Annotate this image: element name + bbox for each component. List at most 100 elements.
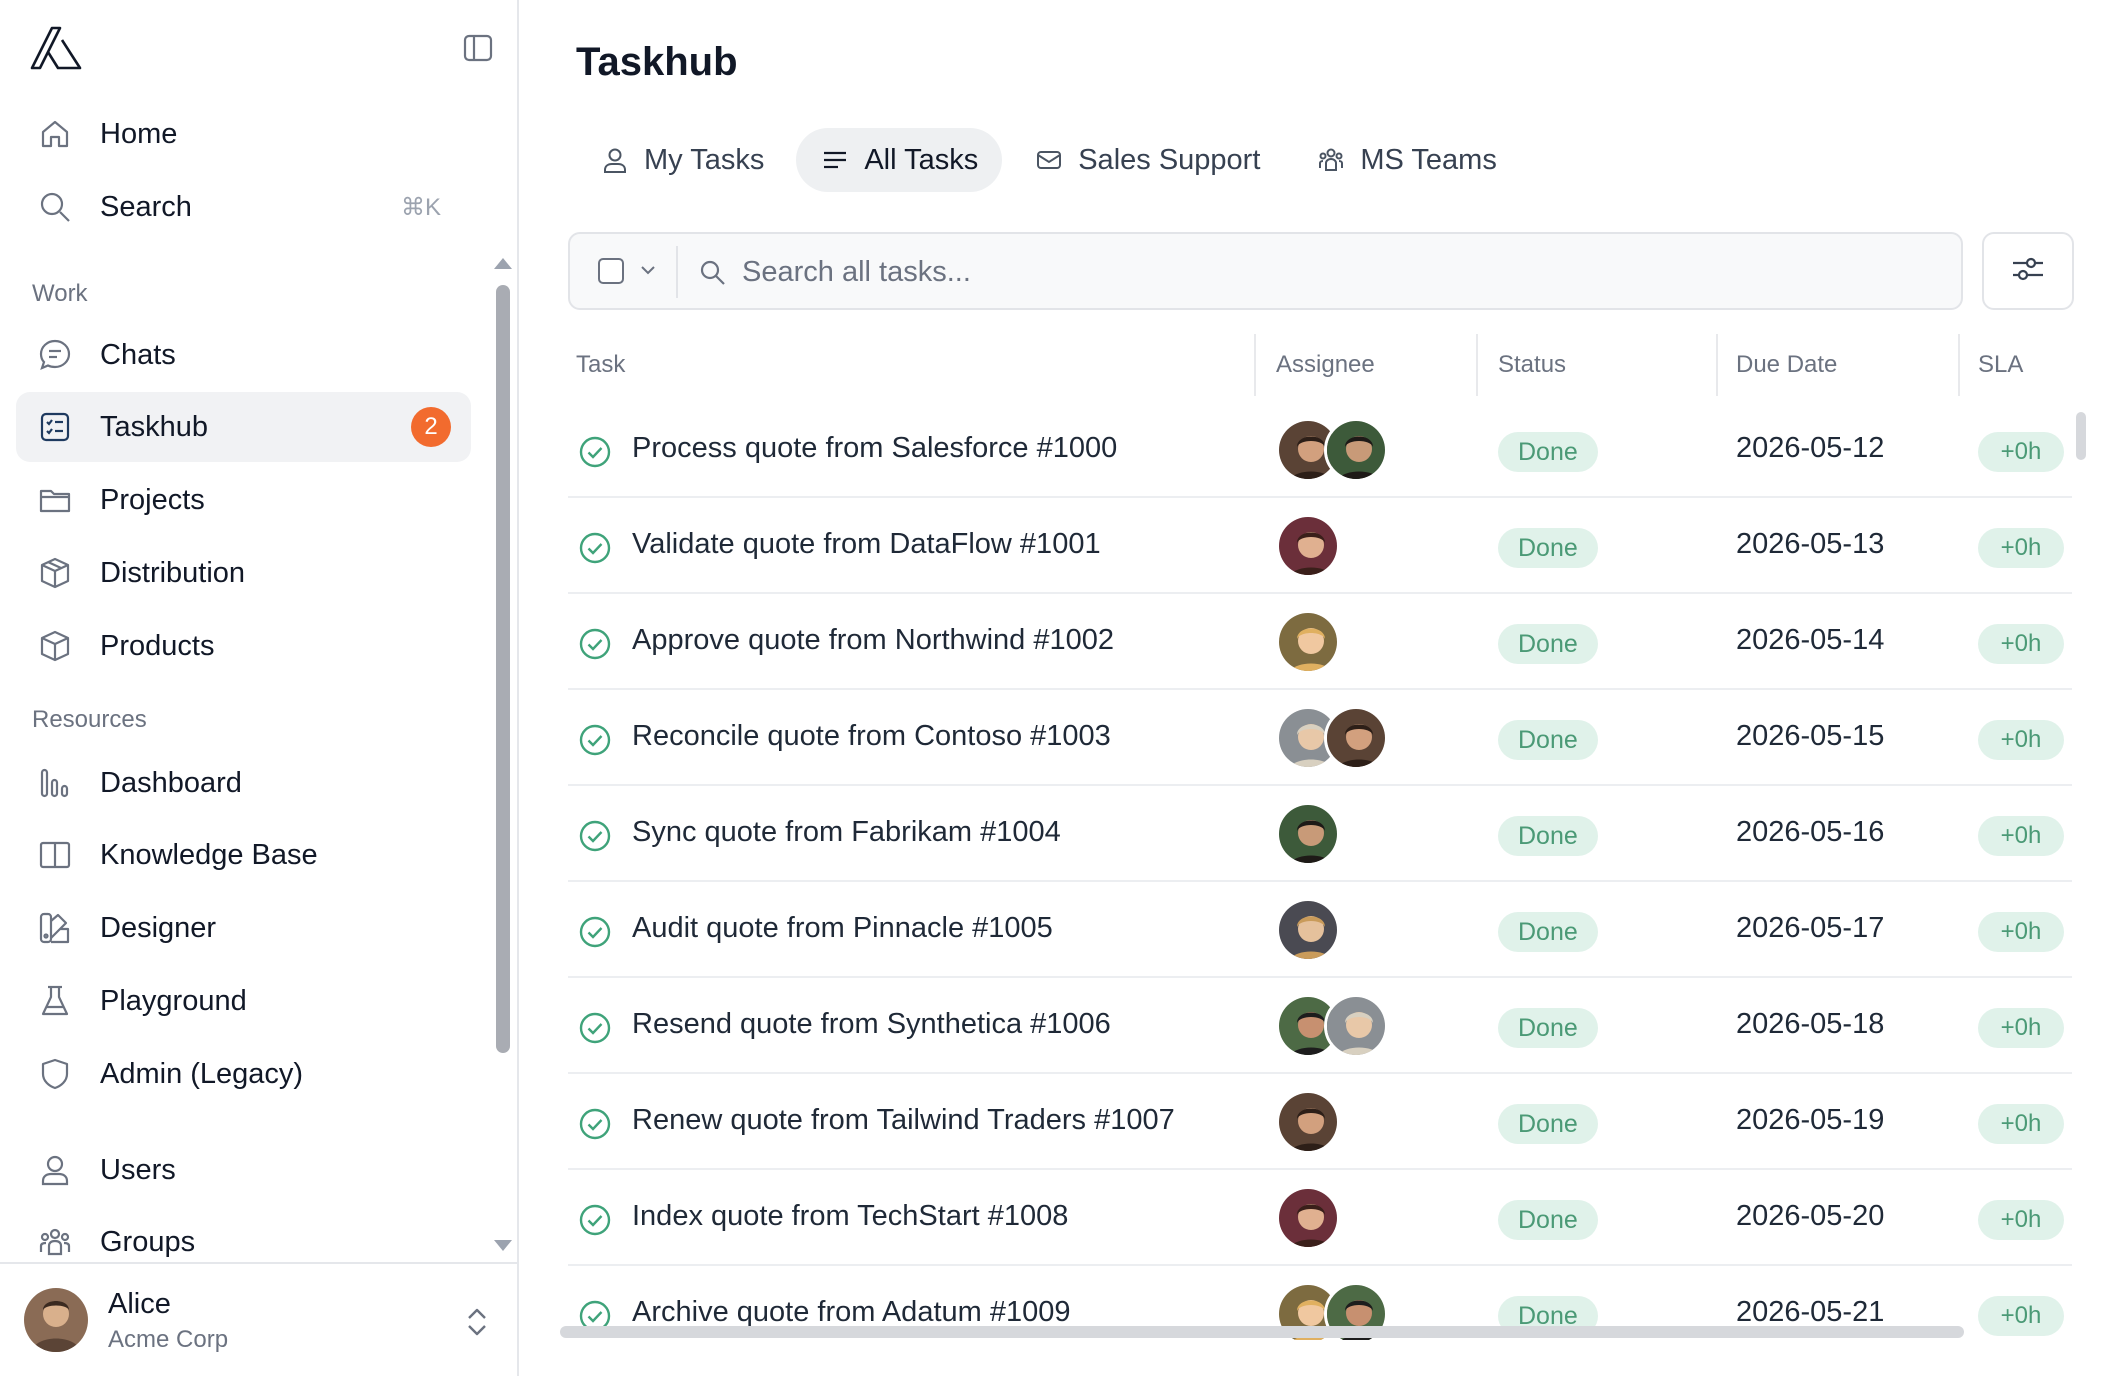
sidebar-item-designer[interactable]: Designer [16, 893, 471, 963]
sidebar-item-label: Users [100, 1153, 176, 1186]
check-circle-icon[interactable] [578, 531, 612, 565]
assignee-list[interactable] [1276, 1090, 1340, 1154]
tab-my-tasks[interactable]: My Tasks [576, 128, 788, 192]
tab-ms-teams[interactable]: MS Teams [1292, 128, 1520, 192]
sidebar-item-chats[interactable]: Chats [16, 320, 471, 390]
check-circle-icon[interactable] [578, 1011, 612, 1045]
sidebar-item-label: Distribution [100, 556, 246, 589]
column-header-due-date[interactable]: Due Date [1736, 330, 1837, 400]
home-icon [36, 115, 74, 153]
table-row[interactable]: Index quote from TechStart #1008 Done 20… [568, 1170, 2072, 1266]
sidebar-scroll-down-arrow[interactable] [494, 1240, 512, 1251]
task-title[interactable]: Index quote from TechStart #1008 [632, 1200, 1068, 1233]
column-divider[interactable] [1716, 334, 1718, 396]
table-row[interactable]: Resend quote from Synthetica #1006 Done … [568, 978, 2072, 1074]
sidebar-item-label: Designer [100, 911, 217, 944]
sla-badge: +0h [1978, 528, 2064, 568]
assignee-list[interactable] [1276, 514, 1340, 578]
user-icon [600, 145, 630, 175]
column-divider[interactable] [1476, 334, 1478, 396]
chevron-down-icon[interactable] [636, 258, 660, 282]
table-row[interactable]: Renew quote from Tailwind Traders #1007 … [568, 1074, 2072, 1170]
sla-badge: +0h [1978, 720, 2064, 760]
sidebar-item-products[interactable]: Products [16, 611, 471, 681]
sidebar-scroll-up-arrow[interactable] [494, 258, 512, 269]
check-circle-icon[interactable] [578, 915, 612, 949]
table-row[interactable]: Reconcile quote from Contoso #1003 Done … [568, 690, 2072, 786]
select-all-checkbox[interactable] [598, 258, 624, 284]
search-icon [36, 188, 74, 226]
box-icon [36, 627, 74, 665]
assignee-list[interactable] [1276, 802, 1340, 866]
sidebar-item-label: Products [100, 629, 215, 662]
tab-label: My Tasks [644, 143, 765, 176]
sidebar-scrollbar-thumb[interactable] [496, 285, 510, 1053]
assignee-list[interactable] [1276, 898, 1340, 962]
sidebar-item-dashboard[interactable]: Dashboard [16, 748, 471, 818]
check-circle-icon[interactable] [578, 1107, 612, 1141]
task-title[interactable]: Audit quote from Pinnacle #1005 [632, 912, 1053, 945]
sla-badge: +0h [1978, 816, 2064, 856]
sidebar-item-users[interactable]: Users [16, 1135, 471, 1205]
sidebar-item-label: Home [100, 117, 178, 150]
column-header-task[interactable]: Task [576, 330, 625, 400]
assignee-avatar [1276, 898, 1340, 962]
table-row[interactable]: Process quote from Salesforce #1000 Done… [568, 402, 2072, 498]
sidebar-item-taskhub[interactable]: Taskhub 2 [16, 392, 471, 462]
table-row[interactable]: Approve quote from Northwind #1002 Done … [568, 594, 2072, 690]
task-title[interactable]: Validate quote from DataFlow #1001 [632, 528, 1101, 561]
due-date: 2026-05-13 [1736, 528, 1885, 560]
table-row[interactable]: Validate quote from DataFlow #1001 Done … [568, 498, 2072, 594]
sla-badge: +0h [1978, 1104, 2064, 1144]
task-title[interactable]: Sync quote from Fabrikam #1004 [632, 816, 1061, 849]
tab-all-tasks[interactable]: All Tasks [796, 128, 1003, 192]
search-input[interactable] [742, 244, 1932, 300]
column-divider[interactable] [1254, 334, 1256, 396]
table-row[interactable]: Sync quote from Fabrikam #1004 Done 2026… [568, 786, 2072, 882]
status-badge: Done [1498, 528, 1598, 568]
column-header-status[interactable]: Status [1498, 330, 1566, 400]
check-circle-icon[interactable] [578, 435, 612, 469]
task-title[interactable]: Resend quote from Synthetica #1006 [632, 1008, 1111, 1041]
tab-label: Sales Support [1078, 143, 1261, 176]
task-title[interactable]: Process quote from Salesforce #1000 [632, 432, 1117, 465]
task-title[interactable]: Renew quote from Tailwind Traders #1007 [632, 1104, 1175, 1137]
avatar [24, 1288, 88, 1352]
assignee-avatar [1324, 706, 1388, 770]
sidebar-item-knowledge-base[interactable]: Knowledge Base [16, 820, 471, 890]
table-scrollbar-vertical[interactable] [2076, 412, 2086, 460]
sidebar-item-projects[interactable]: Projects [16, 465, 471, 535]
column-header-assignee[interactable]: Assignee [1276, 330, 1375, 400]
task-title[interactable]: Archive quote from Adatum #1009 [632, 1296, 1070, 1329]
sidebar-item-search[interactable]: Search ⌘K [16, 172, 471, 242]
task-title[interactable]: Approve quote from Northwind #1002 [632, 624, 1114, 657]
shield-icon [36, 1055, 74, 1093]
status-badge: Done [1498, 912, 1598, 952]
assignee-list[interactable] [1276, 706, 1388, 770]
check-circle-icon[interactable] [578, 723, 612, 757]
table-row[interactable]: Audit quote from Pinnacle #1005 Done 202… [568, 882, 2072, 978]
assignee-list[interactable] [1276, 418, 1388, 482]
sidebar-item-home[interactable]: Home [16, 99, 471, 169]
tab-sales-support[interactable]: Sales Support [1010, 128, 1284, 192]
check-circle-icon[interactable] [578, 627, 612, 661]
column-header-sla[interactable]: SLA [1978, 330, 2023, 400]
sidebar-item-distribution[interactable]: Distribution [16, 538, 471, 608]
sidebar-item-admin-legacy[interactable]: Admin (Legacy) [16, 1039, 471, 1109]
app-logo[interactable] [30, 26, 82, 70]
check-circle-icon[interactable] [578, 1203, 612, 1237]
user-org: Acme Corp [108, 1326, 229, 1353]
sidebar-item-playground[interactable]: Playground [16, 966, 471, 1036]
column-divider[interactable] [1958, 334, 1960, 396]
task-title[interactable]: Reconcile quote from Contoso #1003 [632, 720, 1111, 753]
assignee-list[interactable] [1276, 994, 1388, 1058]
check-circle-icon[interactable] [578, 819, 612, 853]
user-menu[interactable]: Alice Acme Corp [0, 1262, 519, 1376]
due-date: 2026-05-20 [1736, 1200, 1885, 1232]
assignee-list[interactable] [1276, 1186, 1340, 1250]
assignee-list[interactable] [1276, 610, 1340, 674]
table-scrollbar-horizontal[interactable] [560, 1326, 1964, 1338]
filter-settings-button[interactable] [1982, 232, 2074, 310]
sidebar-toggle-button[interactable] [460, 30, 496, 66]
chevron-up-down-icon[interactable] [462, 1304, 492, 1340]
